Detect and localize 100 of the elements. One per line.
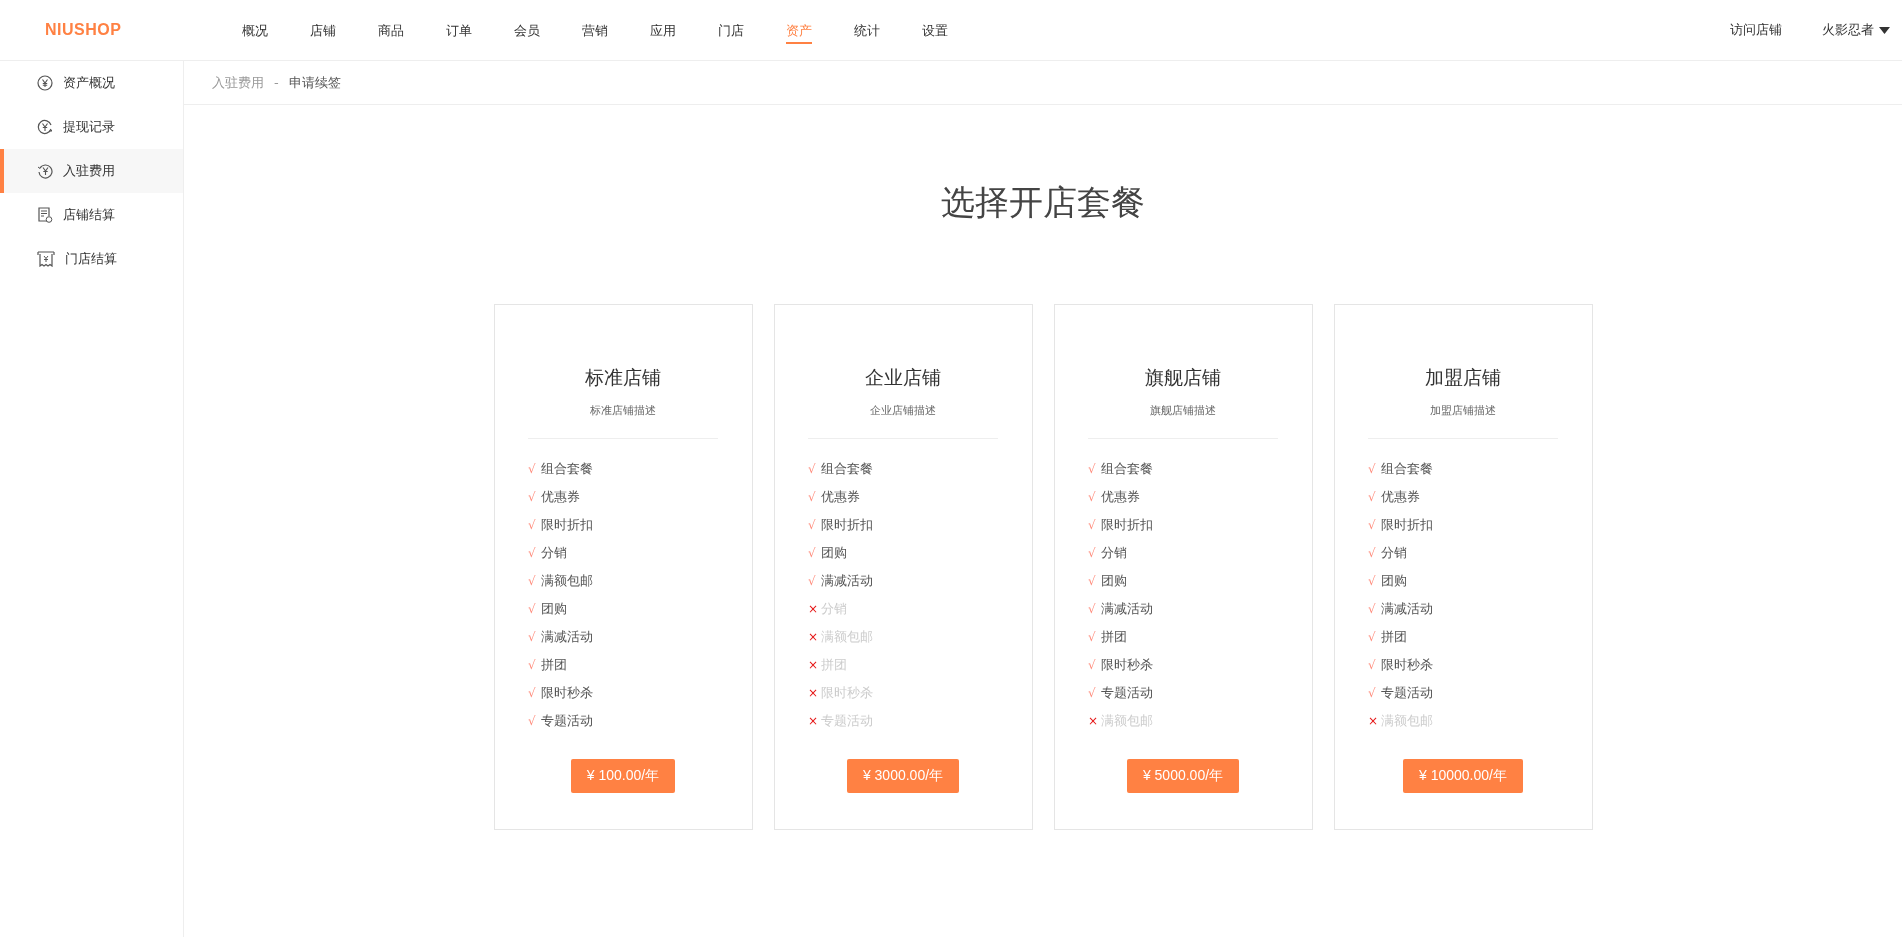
feature-mark: √ [1368, 574, 1377, 588]
feature-mark: √ [1088, 630, 1097, 644]
feature-mark: √ [1088, 462, 1097, 476]
nav-tab[interactable]: 订单 [425, 0, 493, 60]
plan-name: 旗舰店铺 [1145, 365, 1221, 390]
sidebar-item[interactable]: 门店结算 [0, 237, 183, 281]
yen-refresh-icon [37, 163, 53, 179]
user-menu[interactable]: 火影忍者 [1822, 21, 1890, 39]
feature-label: 限时折扣 [821, 516, 873, 534]
feature-label: 满减活动 [541, 628, 593, 646]
feature-label: 满减活动 [1101, 600, 1153, 618]
document-icon [37, 207, 53, 223]
feature-mark: √ [1088, 602, 1097, 616]
feature-label: 满减活动 [1381, 600, 1433, 618]
feature-label: 优惠券 [1381, 488, 1420, 506]
feature-label: 优惠券 [541, 488, 580, 506]
plan-name: 加盟店铺 [1425, 365, 1501, 390]
feature-label: 团购 [1381, 572, 1407, 590]
feature-label: 团购 [541, 600, 567, 618]
feature-mark: √ [1368, 602, 1377, 616]
feature-label: 团购 [821, 544, 847, 562]
sidebar-item[interactable]: 资产概况 [0, 61, 183, 105]
nav-tab[interactable]: 概况 [221, 0, 289, 60]
feature-mark: √ [1368, 686, 1377, 700]
nav-tab[interactable]: 营销 [561, 0, 629, 60]
feature-label: 限时秒杀 [1381, 656, 1433, 674]
feature-mark: √ [1368, 462, 1377, 476]
feature-mark: √ [1088, 574, 1097, 588]
nav-tab[interactable]: 商品 [357, 0, 425, 60]
feature-mark: √ [528, 490, 537, 504]
feature-label: 专题活动 [1101, 684, 1153, 702]
feature-label: 限时折扣 [541, 516, 593, 534]
feature-mark: √ [528, 602, 537, 616]
feature-mark: √ [528, 686, 537, 700]
feature-mark: √ [528, 658, 537, 672]
plan-description: 加盟店铺描述 [1430, 403, 1496, 418]
feature-label: 组合套餐 [1381, 460, 1433, 478]
nav-tab[interactable]: 设置 [901, 0, 969, 60]
feature-mark: √ [1368, 630, 1377, 644]
feature-label: 拼团 [1381, 628, 1407, 646]
feature-mark: √ [808, 574, 817, 588]
feature-label: 限时秒杀 [1101, 656, 1153, 674]
yen-withdraw-icon [37, 119, 53, 135]
page-title: 选择开店套餐 [940, 181, 1146, 224]
breadcrumb-current: 申请续签 [288, 73, 341, 92]
feature-label: 分销 [541, 544, 567, 562]
feature-label: 组合套餐 [821, 460, 873, 478]
yen-circle-icon [37, 75, 53, 91]
feature-mark: √ [808, 490, 817, 504]
nav-tab[interactable]: 会员 [493, 0, 561, 60]
feature-mark: √ [1368, 658, 1377, 672]
feature-label: 拼团 [1101, 628, 1127, 646]
caret-icon [1879, 26, 1890, 34]
feature-label: 限时折扣 [1381, 516, 1433, 534]
nav-tab[interactable]: 应用 [629, 0, 697, 60]
feature-mark: √ [1368, 546, 1377, 560]
feature-label: 分销 [1101, 544, 1127, 562]
feature-mark: √ [528, 714, 537, 728]
feature-mark: √ [528, 630, 537, 644]
feature-mark: × [808, 630, 818, 644]
nav-tab[interactable]: 统计 [833, 0, 901, 60]
feature-label: 分销 [1381, 544, 1407, 562]
plan-description: 企业店铺描述 [870, 403, 936, 418]
feature-label: 专题活动 [1381, 684, 1433, 702]
nav-tab[interactable]: 店铺 [289, 0, 357, 60]
feature-mark: √ [808, 546, 817, 560]
feature-label: 专题活动 [541, 712, 593, 730]
feature-mark: √ [1088, 546, 1097, 560]
nav-tab[interactable]: 门店 [697, 0, 765, 60]
feature-mark: × [1368, 714, 1378, 728]
feature-mark: √ [528, 518, 537, 532]
feature-label: 限时秒杀 [541, 684, 593, 702]
feature-label: 满额包邮 [541, 572, 593, 590]
feature-label: 优惠券 [1101, 488, 1140, 506]
feature-mark: √ [1088, 686, 1097, 700]
feature-mark: √ [1088, 518, 1097, 532]
sidebar-item[interactable]: 店铺结算 [0, 193, 183, 237]
feature-mark: × [808, 686, 818, 700]
feature-mark: √ [808, 518, 817, 532]
feature-mark: × [1088, 714, 1098, 728]
feature-label: 限时折扣 [1101, 516, 1153, 534]
feature-mark: √ [1088, 658, 1097, 672]
plan-name: 企业店铺 [865, 365, 941, 390]
breadcrumb-separator: - [274, 75, 279, 90]
feature-mark: √ [1368, 518, 1377, 532]
feature-label: 满减活动 [821, 572, 873, 590]
receipt-icon [37, 251, 55, 267]
feature-label: 组合套餐 [541, 460, 593, 478]
feature-mark: × [808, 602, 818, 616]
feature-mark: × [808, 714, 818, 728]
feature-mark: √ [528, 462, 537, 476]
feature-mark: √ [808, 462, 817, 476]
sidebar-item[interactable]: 提现记录 [0, 105, 183, 149]
visit-store-link[interactable]: 访问店铺 [1730, 21, 1782, 39]
plan-name: 标准店铺 [585, 365, 661, 390]
feature-mark: √ [528, 574, 537, 588]
feature-label: 团购 [1101, 572, 1127, 590]
sidebar-item[interactable]: 入驻费用 [0, 149, 183, 193]
feature-mark: √ [1088, 490, 1097, 504]
feature-mark: × [808, 658, 818, 672]
